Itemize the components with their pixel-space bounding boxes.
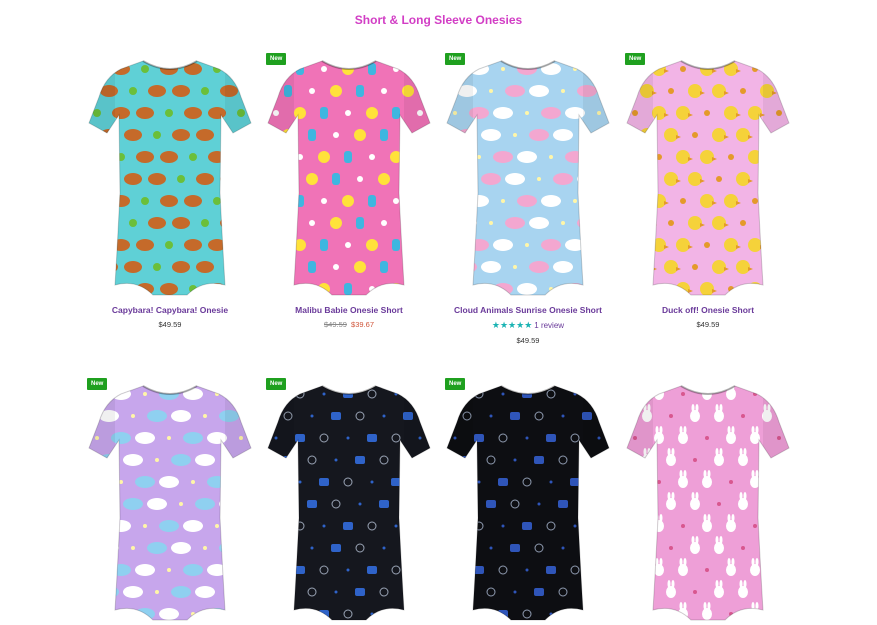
onesie-illustration <box>626 60 790 296</box>
original-price: $49.59 <box>324 320 347 329</box>
product-image[interactable]: New <box>264 378 434 625</box>
product-image[interactable] <box>623 378 793 625</box>
product-name[interactable]: Malibu Babie Onesie Short <box>264 305 434 315</box>
product-card[interactable]: New Cloud Animals Sunrise Onesie Short ★… <box>443 53 613 345</box>
product-image[interactable]: New <box>443 378 613 625</box>
product-price: $49.59 <box>158 320 182 329</box>
product-name[interactable]: Cloud Animals Sunrise Onesie Short <box>443 305 613 315</box>
product-image[interactable]: New <box>623 53 793 300</box>
onesie-illustration <box>267 60 431 296</box>
product-name[interactable]: Capybara! Capybara! Onesie <box>85 305 255 315</box>
product-card[interactable]: New <box>443 378 613 625</box>
product-price: $49.59 $39.67 <box>264 320 434 329</box>
product-card[interactable]: New <box>85 378 255 625</box>
product-price: $49.59 <box>516 336 540 345</box>
onesie-illustration <box>88 385 252 621</box>
product-card[interactable]: Capybara! Capybara! Onesie $49.59 <box>85 53 255 329</box>
new-badge: New <box>625 53 646 65</box>
rating[interactable]: ★★★★★ 1 review <box>443 320 613 331</box>
product-card[interactable]: New Duck off! Onesie Short $49.59 <box>623 53 793 329</box>
product-image[interactable]: New <box>264 53 434 300</box>
review-count[interactable]: 1 review <box>534 321 564 330</box>
onesie-illustration <box>446 385 610 621</box>
new-badge: New <box>445 53 466 65</box>
product-price: $49.59 <box>696 320 720 329</box>
star-icons: ★★★★★ <box>491 320 533 330</box>
onesie-illustration <box>446 60 610 296</box>
product-image[interactable]: New <box>85 378 255 625</box>
product-image[interactable] <box>85 53 255 300</box>
product-card[interactable]: New Malibu Babie Onesie Short $49.59 $39… <box>264 53 434 329</box>
product-card[interactable]: New <box>264 378 434 625</box>
product-card[interactable] <box>623 378 793 625</box>
onesie-illustration <box>626 385 790 621</box>
product-image[interactable]: New <box>443 53 613 300</box>
new-badge: New <box>266 378 287 390</box>
onesie-illustration <box>267 385 431 621</box>
sale-price: $39.67 <box>351 320 374 329</box>
page-title: Short & Long Sleeve Onesies <box>354 13 523 27</box>
onesie-illustration <box>88 60 252 296</box>
new-badge: New <box>266 53 287 65</box>
new-badge: New <box>445 378 466 390</box>
product-name[interactable]: Duck off! Onesie Short <box>623 305 793 315</box>
new-badge: New <box>87 378 108 390</box>
